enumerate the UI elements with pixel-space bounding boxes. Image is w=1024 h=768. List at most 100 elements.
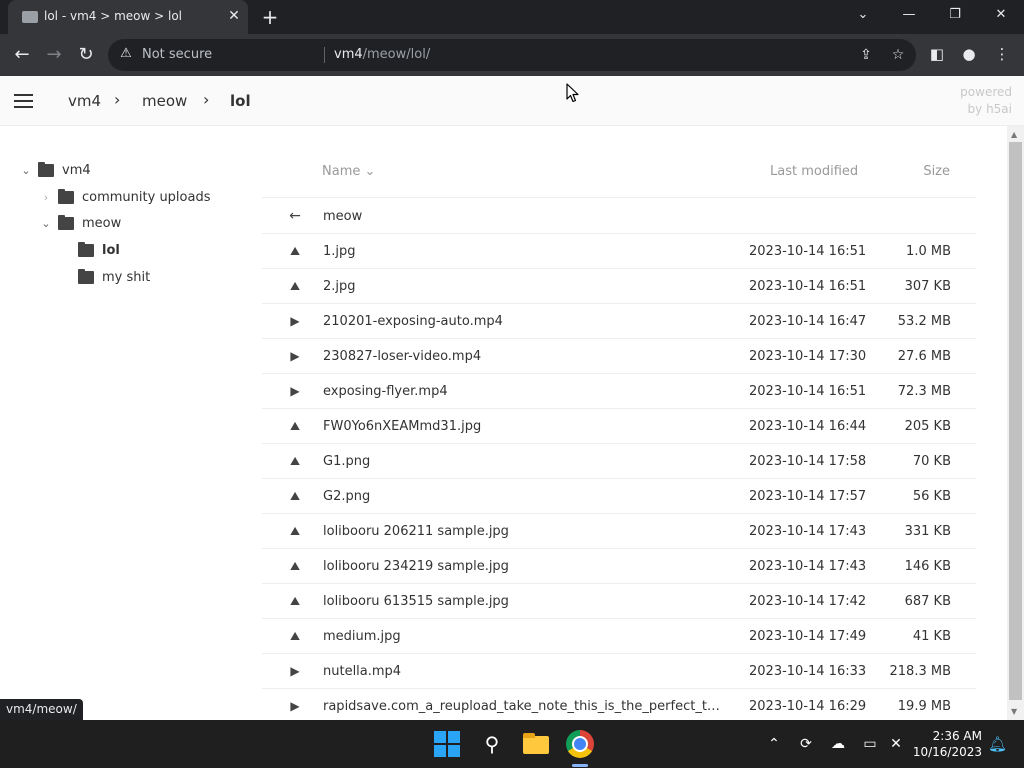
network-icon[interactable]: ▭ (860, 734, 880, 754)
file-explorer-icon[interactable] (522, 730, 550, 758)
chevron-right-icon[interactable]: › (38, 191, 54, 204)
tab-search-icon[interactable]: ⌄ (840, 0, 886, 30)
file-modified: 2023-10-14 16:51 (749, 384, 867, 399)
profile-icon[interactable]: ● (959, 44, 979, 64)
tree-item-lol[interactable]: lol (58, 238, 120, 262)
powered-line-1: powered (960, 85, 1012, 99)
chevron-down-icon[interactable]: ⌄ (38, 217, 54, 230)
file-row[interactable]: ⛰ G2.png 2023-10-14 17:57 56 KB (262, 479, 976, 514)
address-bar[interactable]: ⚠ Not secure vm4/meow/lol/ ⇪ ☆ (108, 39, 916, 71)
clock-time: 2:36 AM (932, 729, 982, 743)
file-row[interactable]: ▶ exposing-flyer.mp4 2023-10-14 16:51 72.3 … (262, 374, 976, 409)
share-icon[interactable]: ⇪ (856, 46, 876, 64)
notification-bell-icon[interactable]: 🔔︎ (988, 734, 1007, 754)
file-row[interactable]: ⛰ 1.jpg 2023-10-14 16:51 1.0 MB (262, 234, 976, 269)
reload-button[interactable]: ↻ (74, 43, 98, 67)
tab-close-icon[interactable]: ✕ (226, 7, 242, 25)
file-row[interactable]: ▶ rapidsave.com_a_reupload_take_note_this… (262, 689, 976, 724)
tree-item-label: lol (102, 242, 120, 258)
windows-start-icon[interactable] (433, 730, 461, 758)
breadcrumb-lol[interactable]: lol (230, 92, 251, 110)
play-icon: ▶ (290, 384, 300, 398)
image-icon: ⛰ (289, 419, 301, 433)
scroll-up-icon[interactable]: ▲ (1011, 130, 1017, 139)
tab-title: lol - vm4 > meow > lol (44, 9, 182, 23)
chevron-down-icon[interactable]: ⌄ (18, 164, 34, 177)
bookmark-star-icon[interactable]: ☆ (888, 46, 908, 64)
menu-kebab-icon[interactable]: ⋮ (992, 44, 1012, 64)
scroll-down-icon[interactable]: ▼ (1011, 707, 1017, 716)
menu-hamburger-icon[interactable] (14, 94, 34, 108)
security-label[interactable]: Not secure (142, 47, 212, 62)
powered-by-link[interactable]: powered by h5ai (944, 84, 1012, 118)
image-icon: ⛰ (289, 629, 301, 643)
folder-icon (58, 214, 74, 230)
column-name-header[interactable]: Name ⌄ (322, 164, 375, 179)
tree-item-vm4[interactable]: ⌄ vm4 (18, 158, 91, 182)
play-icon: ▶ (290, 349, 300, 363)
file-name: lolibooru 613515 sample.jpg (323, 594, 509, 609)
chevron-right-icon: › (203, 90, 210, 109)
file-row[interactable]: ▶ 210201-exposing-auto.mp4 2023-10-14 16:4… (262, 304, 976, 339)
close-window-button[interactable]: ✕ (978, 0, 1024, 30)
search-icon[interactable]: ⚲ (478, 730, 506, 758)
folder-icon (58, 188, 74, 204)
file-modified: 2023-10-14 17:58 (749, 454, 867, 469)
file-row[interactable]: ⛰ lolibooru 206211 sample.jpg 2023-10-14 1… (262, 514, 976, 549)
file-size: 205 KB (904, 419, 951, 434)
sort-chevron-down-icon: ⌄ (364, 164, 376, 179)
file-row[interactable]: ⛰ FW0Yo6nXEAMmd31.jpg 2023-10-14 16:44 205 … (262, 409, 976, 444)
status-url-bubble: vm4/meow/ (0, 699, 83, 720)
scrollbar-thumb[interactable] (1009, 142, 1022, 700)
tree-item-meow[interactable]: ⌄ meow (38, 211, 121, 235)
file-size: 1.0 MB (906, 244, 951, 259)
file-row[interactable]: ▶ 230827-loser-video.mp4 2023-10-14 17:30 2… (262, 339, 976, 374)
column-modified-header[interactable]: Last modified (770, 164, 858, 179)
play-icon: ▶ (290, 664, 300, 678)
new-tab-button[interactable]: + (258, 5, 282, 29)
file-modified: 2023-10-14 16:33 (749, 664, 867, 679)
side-panel-icon[interactable]: ◧ (927, 44, 947, 64)
file-name: lolibooru 206211 sample.jpg (323, 524, 509, 539)
chevron-right-icon: › (114, 90, 121, 109)
file-row[interactable]: ⛰ medium.jpg 2023-10-14 17:49 41 KB (262, 619, 976, 654)
breadcrumb-vm4[interactable]: vm4 (68, 92, 101, 110)
sync-icon[interactable]: ⟳ (796, 734, 816, 754)
file-row[interactable]: ⛰ G1.png 2023-10-14 17:58 70 KB (262, 444, 976, 479)
restore-button[interactable]: ❐ (932, 0, 978, 30)
onedrive-cloud-icon[interactable]: ☁ (828, 734, 848, 754)
file-modified: 2023-10-14 17:57 (749, 489, 867, 504)
file-row[interactable]: ⛰ 2.jpg 2023-10-14 16:51 307 KB (262, 269, 976, 304)
file-size: 218.3 MB (889, 664, 951, 679)
tree-item-community-uploads[interactable]: › community uploads (38, 185, 211, 209)
back-button[interactable]: ← (10, 43, 34, 67)
chevron-up-icon[interactable]: ⌃ (764, 734, 784, 754)
file-list: ← meow ⛰ 1.jpg 2023-10-14 16:51 1.0 MB ⛰ 2.jp… (262, 199, 976, 724)
warning-icon[interactable]: ⚠ (118, 46, 134, 62)
file-size: 56 KB (912, 489, 951, 504)
file-size: 41 KB (912, 629, 951, 644)
volume-muted-icon[interactable]: ✕ (886, 734, 906, 754)
forward-button[interactable]: → (42, 43, 66, 67)
column-size-header[interactable]: Size (923, 164, 950, 179)
chrome-icon[interactable] (566, 730, 594, 758)
parent-folder-row[interactable]: ← meow (262, 199, 976, 234)
folder-icon (78, 241, 94, 257)
file-size: 27.6 MB (897, 349, 951, 364)
tree-item-label: my shit (102, 269, 151, 285)
file-name: exposing-flyer.mp4 (323, 384, 448, 399)
omnibox-divider (324, 47, 325, 63)
browser-tab[interactable]: lol - vm4 > meow > lol ✕ (8, 0, 248, 34)
minimize-button[interactable]: — (886, 0, 932, 30)
tree-item-my-shit[interactable]: my shit (58, 265, 150, 289)
breadcrumb-meow[interactable]: meow (142, 92, 187, 110)
file-modified: 2023-10-14 17:42 (749, 594, 867, 609)
file-row[interactable]: ▶ nutella.mp4 2023-10-14 16:33 218.3 MB (262, 654, 976, 689)
url-text[interactable]: vm4/meow/lol/ (334, 47, 430, 62)
scrollbar[interactable]: ▲ ▼ (1007, 126, 1024, 720)
folder-favicon-icon (22, 11, 38, 23)
file-name: 210201-exposing-auto.mp4 (323, 314, 503, 329)
taskbar-clock[interactable]: 2:36 AM 10/16/2023 (912, 728, 982, 760)
file-row[interactable]: ⛰ lolibooru 234219 sample.jpg 2023-10-14 1… (262, 549, 976, 584)
file-row[interactable]: ⛰ lolibooru 613515 sample.jpg 2023-10-14 1… (262, 584, 976, 619)
